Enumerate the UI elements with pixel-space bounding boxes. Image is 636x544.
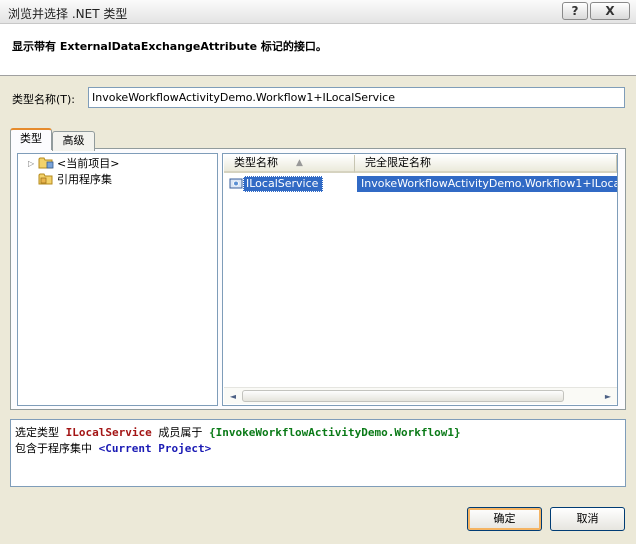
list-item[interactable]: ILocalService InvokeWorkflowActivityDemo… [226, 176, 617, 192]
help-button[interactable]: ? [562, 2, 588, 20]
ok-button[interactable]: 确定 [467, 507, 542, 531]
project-tree[interactable]: ▷ <当前项目> 引用程序集 [17, 153, 218, 406]
tree-item-referenced-assemblies[interactable]: 引用程序集 [28, 172, 112, 188]
column-header-full-name[interactable]: 完全限定名称 [355, 155, 617, 173]
sort-ascending-icon: ▲ [296, 158, 303, 168]
header-description: 显示带有 ExternalDataExchangeAttribute 标记的接口… [12, 40, 327, 53]
selected-type-name: ILocalService [65, 426, 152, 439]
window-title: 浏览并选择 .NET 类型 [8, 7, 128, 21]
info-line-type: 选定类型 ILocalService 成员属于 {InvokeWorkflowA… [15, 426, 461, 439]
member-of-name: {InvokeWorkflowActivityDemo.Workflow1} [208, 426, 461, 439]
tab-type[interactable]: 类型 [10, 128, 52, 150]
folder-icon [38, 157, 54, 169]
type-list[interactable]: 类型名称 ▲ 完全限定名称 ILocalService InvokeWorkfl… [222, 153, 618, 406]
tree-item-label: 引用程序集 [57, 173, 112, 186]
expand-icon[interactable]: ▷ [28, 156, 38, 172]
folder-icon [38, 173, 53, 185]
tree-item-label: <当前项目> [57, 157, 120, 170]
tab-advanced[interactable]: 高级 [52, 131, 95, 151]
assembly-name: <Current Project> [98, 442, 212, 455]
tree-item-current-project[interactable]: ▷ <当前项目> [28, 156, 119, 172]
selection-info-box: 选定类型 ILocalService 成员属于 {InvokeWorkflowA… [10, 419, 626, 487]
type-name-label: 类型名称(T): [12, 93, 76, 106]
cancel-button[interactable]: 取消 [550, 507, 625, 531]
header-band: 显示带有 ExternalDataExchangeAttribute 标记的接口… [0, 24, 636, 76]
info-line-assembly: 包含于程序集中 <Current Project> [15, 442, 212, 455]
list-item-full-name: InvokeWorkflowActivityDemo.Workflow1+ILo… [357, 176, 617, 192]
scroll-thumb[interactable] [242, 390, 564, 402]
list-item-name: ILocalService [243, 176, 324, 192]
scroll-left-icon[interactable]: ◄ [225, 389, 241, 404]
title-bar: 浏览并选择 .NET 类型 ? X [0, 0, 636, 24]
close-button[interactable]: X [590, 2, 630, 20]
scroll-right-icon[interactable]: ► [600, 389, 616, 404]
column-header-type-name[interactable]: 类型名称 ▲ [224, 155, 355, 173]
type-name-input[interactable] [88, 87, 625, 108]
horizontal-scrollbar[interactable]: ◄ ► [224, 387, 617, 404]
